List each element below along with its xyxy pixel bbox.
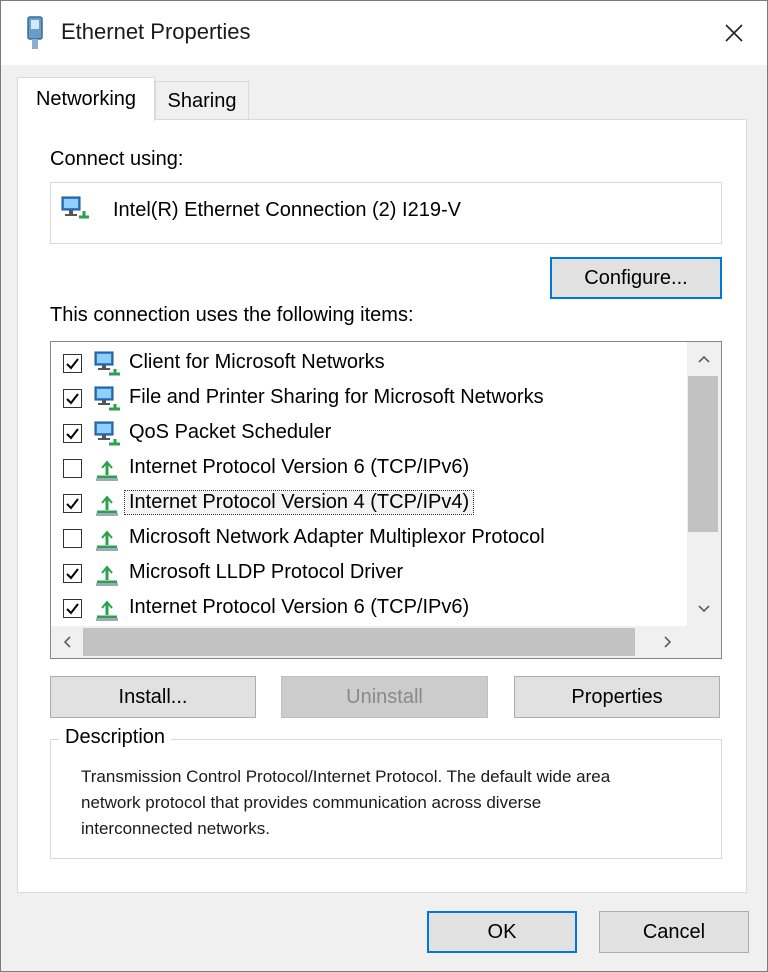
close-button[interactable]: [701, 1, 767, 65]
network-service-icon: [93, 385, 121, 413]
description-group: Description Transmission Control Protoco…: [50, 726, 722, 859]
horizontal-scroll-thumb[interactable]: [83, 628, 635, 656]
checkmark-icon: [66, 568, 79, 580]
item-checkbox[interactable]: [63, 529, 82, 548]
item-label-selected: Internet Protocol Version 4 (TCP/IPv4): [123, 490, 475, 515]
scroll-down-icon[interactable]: [689, 594, 719, 624]
horizontal-scrollbar[interactable]: [51, 626, 721, 658]
title-bar: Ethernet Properties: [1, 1, 767, 65]
item-label: File and Printer Sharing for Microsoft N…: [129, 386, 544, 408]
uninstall-button: Uninstall: [281, 676, 488, 718]
cancel-button[interactable]: Cancel: [599, 911, 749, 953]
ethernet-properties-dialog: Ethernet Properties Networking Sharing C…: [0, 0, 768, 972]
item-label: Microsoft Network Adapter Multiplexor Pr…: [129, 526, 545, 548]
networking-panel: Connect using: Intel(R) Ethernet Connect…: [17, 119, 747, 893]
scrollbar-corner: [687, 626, 721, 658]
tab-networking[interactable]: Networking: [17, 77, 155, 121]
list-item[interactable]: Internet Protocol Version 6 (TCP/IPv6): [51, 451, 687, 486]
list-item[interactable]: Client for Microsoft Networks: [51, 346, 687, 381]
protocol-icon: [93, 560, 121, 588]
items-label: This connection uses the following items…: [50, 304, 414, 326]
adapter-field: Intel(R) Ethernet Connection (2) I219-V: [50, 182, 722, 244]
configure-button[interactable]: Configure...: [550, 257, 722, 299]
description-text: Transmission Control Protocol/Internet P…: [81, 767, 611, 838]
protocol-icon: [93, 455, 121, 483]
item-checkbox[interactable]: [63, 354, 82, 373]
window-title: Ethernet Properties: [61, 19, 251, 44]
network-client-icon: [93, 350, 121, 378]
list-item[interactable]: Internet Protocol Version 4 (TCP/IPv4): [51, 486, 687, 521]
item-checkbox[interactable]: [63, 494, 82, 513]
item-checkbox[interactable]: [63, 389, 82, 408]
item-checkbox[interactable]: [63, 424, 82, 443]
list-item[interactable]: Internet Protocol Version 6 (TCP/IPv6): [51, 591, 687, 626]
checkmark-icon: [66, 393, 79, 405]
list-item[interactable]: File and Printer Sharing for Microsoft N…: [51, 381, 687, 416]
connect-using-label: Connect using:: [50, 148, 184, 170]
item-label: Internet Protocol Version 6 (TCP/IPv6): [129, 596, 470, 618]
items-list[interactable]: Client for Microsoft Networks File and P…: [50, 341, 722, 659]
item-label: QoS Packet Scheduler: [129, 421, 332, 443]
ok-button[interactable]: OK: [427, 911, 577, 953]
scroll-left-icon[interactable]: [52, 627, 82, 657]
protocol-icon: [93, 490, 121, 518]
checkmark-icon: [66, 498, 79, 510]
tab-sharing[interactable]: Sharing: [155, 81, 249, 121]
list-item[interactable]: Microsoft LLDP Protocol Driver: [51, 556, 687, 591]
ethernet-adapter-icon: [21, 15, 49, 51]
vertical-scroll-thumb[interactable]: [688, 376, 718, 532]
scroll-up-icon[interactable]: [689, 344, 719, 374]
item-label: Client for Microsoft Networks: [129, 351, 385, 373]
protocol-icon: [93, 595, 121, 623]
properties-button[interactable]: Properties: [514, 676, 720, 718]
checkmark-icon: [66, 358, 79, 370]
description-legend: Description: [59, 726, 172, 749]
item-checkbox[interactable]: [63, 599, 82, 618]
list-item[interactable]: QoS Packet Scheduler: [51, 416, 687, 451]
list-item[interactable]: Microsoft Network Adapter Multiplexor Pr…: [51, 521, 687, 556]
checkmark-icon: [66, 603, 79, 615]
network-service-icon: [93, 420, 121, 448]
scroll-right-icon[interactable]: [653, 627, 683, 657]
network-adapter-icon: [61, 193, 91, 223]
item-checkbox[interactable]: [63, 564, 82, 583]
vertical-scrollbar[interactable]: [687, 342, 721, 626]
item-label: Internet Protocol Version 6 (TCP/IPv6): [129, 456, 470, 478]
install-button[interactable]: Install...: [50, 676, 256, 718]
item-checkbox[interactable]: [63, 459, 82, 478]
close-icon: [725, 24, 743, 42]
protocol-icon: [93, 525, 121, 553]
checkmark-icon: [66, 428, 79, 440]
adapter-name: Intel(R) Ethernet Connection (2) I219-V: [113, 199, 461, 221]
item-label: Microsoft LLDP Protocol Driver: [129, 561, 404, 583]
